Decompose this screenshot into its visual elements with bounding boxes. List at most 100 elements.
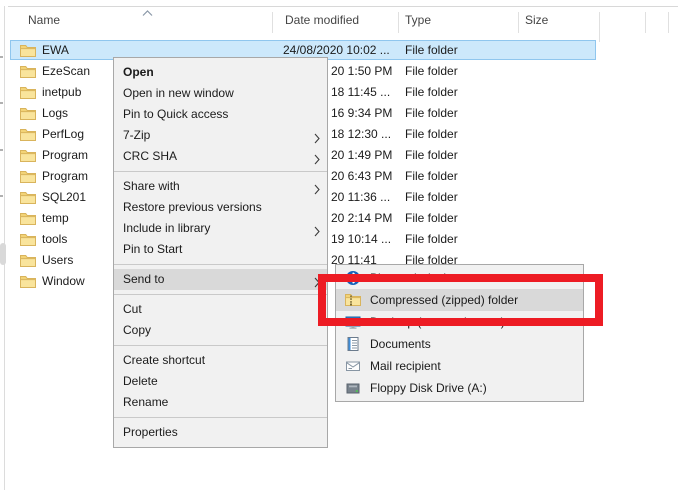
file-row[interactable]: EzeScan 20 1:50 PM File folder — [0, 61, 678, 82]
sendto-item-mail-recipient[interactable]: Mail recipient — [336, 355, 583, 377]
file-date-modified: 20 1:49 PM — [331, 148, 392, 162]
explorer-file-pane: Name Date modified Type Size EWA 24/08/2… — [0, 0, 678, 490]
file-type: File folder — [405, 232, 458, 246]
floppy-drive-icon — [345, 380, 361, 396]
file-row[interactable]: Logs 16 9:34 PM File folder — [0, 103, 678, 124]
file-row[interactable]: EWA 24/08/2020 10:02 ... File folder — [0, 40, 678, 61]
file-date-modified: 19 10:14 ... — [331, 232, 391, 246]
menu-item-rename[interactable]: Rename — [114, 392, 327, 413]
file-type: File folder — [405, 211, 458, 225]
menu-item-open-in-new-window[interactable]: Open in new window — [114, 83, 327, 104]
folder-icon — [20, 44, 36, 60]
folder-icon — [20, 170, 36, 186]
file-type: File folder — [405, 190, 458, 204]
menu-item-cut[interactable]: Cut — [114, 299, 327, 320]
file-name: PerfLog — [42, 127, 84, 141]
folder-icon — [20, 65, 36, 81]
submenu-chevron-icon — [314, 151, 320, 172]
file-type: File folder — [405, 85, 458, 99]
column-divider[interactable] — [668, 12, 669, 33]
menu-item-include-in-library[interactable]: Include in library — [114, 218, 327, 239]
folder-icon — [20, 128, 36, 144]
file-date-modified: 20 6:43 PM — [331, 169, 392, 183]
file-name: Logs — [42, 106, 68, 120]
file-row[interactable]: tools 19 10:14 ... File folder — [0, 229, 678, 250]
file-date-modified: 20 2:14 PM — [331, 211, 392, 225]
sendto-item-compressed-zipped-folder[interactable]: Compressed (zipped) folder — [336, 289, 583, 311]
file-row[interactable]: temp 20 2:14 PM File folder — [0, 208, 678, 229]
column-header-bar: Name Date modified Type Size — [0, 10, 678, 34]
file-type: File folder — [405, 127, 458, 141]
file-date-modified: 18 12:30 ... — [331, 127, 391, 141]
menu-item-send-to[interactable]: Send to — [114, 269, 327, 290]
file-name: Program — [42, 148, 88, 162]
menu-item-pin-to-start[interactable]: Pin to Start — [114, 239, 327, 260]
menu-separator — [114, 171, 327, 172]
file-name: inetpub — [42, 85, 81, 99]
file-name: temp — [42, 211, 69, 225]
menu-item-pin-to-quick-access[interactable]: Pin to Quick access — [114, 104, 327, 125]
mail-envelope-icon — [345, 358, 361, 374]
column-divider[interactable] — [398, 12, 399, 33]
menu-item-crc-sha[interactable]: CRC SHA — [114, 146, 327, 167]
file-type: File folder — [405, 64, 458, 78]
column-header-date-modified[interactable]: Date modified — [285, 13, 359, 27]
file-name: Program — [42, 169, 88, 183]
folder-icon — [20, 233, 36, 249]
column-divider[interactable] — [599, 12, 600, 42]
file-name: Users — [42, 253, 73, 267]
file-row[interactable]: Program 20 6:43 PM File folder — [0, 166, 678, 187]
menu-separator — [114, 345, 327, 346]
file-row[interactable]: SQL201 20 11:36 ... File folder — [0, 187, 678, 208]
file-name: EWA — [42, 43, 69, 57]
sendto-item-documents[interactable]: Documents — [336, 333, 583, 355]
file-type: File folder — [405, 148, 458, 162]
folder-icon — [20, 254, 36, 270]
menu-item-delete[interactable]: Delete — [114, 371, 327, 392]
document-icon — [345, 336, 361, 352]
file-name: tools — [42, 232, 67, 246]
file-date-modified: 20 11:36 ... — [331, 190, 390, 204]
menu-separator — [114, 417, 327, 418]
menu-item-share-with[interactable]: Share with — [114, 176, 327, 197]
header-top-divider — [8, 6, 678, 7]
folder-icon — [20, 212, 36, 228]
sendto-item-floppy-disk-drive[interactable]: Floppy Disk Drive (A:) — [336, 377, 583, 399]
column-header-size[interactable]: Size — [525, 13, 548, 27]
column-divider[interactable] — [272, 12, 273, 33]
sendto-item-bluetooth-device[interactable]: Bluetooth device — [336, 267, 583, 289]
column-divider[interactable] — [518, 12, 519, 33]
folder-icon — [20, 86, 36, 102]
menu-item-create-shortcut[interactable]: Create shortcut — [114, 350, 327, 371]
column-header-type[interactable]: Type — [405, 13, 431, 27]
column-header-name[interactable]: Name — [28, 13, 60, 27]
file-row[interactable]: Program 20 1:49 PM File folder — [0, 145, 678, 166]
file-row[interactable]: inetpub 18 11:45 ... File folder — [0, 82, 678, 103]
file-type: File folder — [405, 169, 458, 183]
send-to-submenu: Bluetooth device Compressed (zipped) fol… — [335, 264, 584, 402]
file-type: File folder — [405, 43, 458, 57]
file-name: EzeScan — [42, 64, 90, 78]
bluetooth-icon — [345, 270, 361, 286]
menu-item-restore-previous-versions[interactable]: Restore previous versions — [114, 197, 327, 218]
menu-item-copy[interactable]: Copy — [114, 320, 327, 341]
folder-icon — [20, 275, 36, 291]
file-row[interactable]: PerfLog 18 12:30 ... File folder — [0, 124, 678, 145]
menu-separator — [114, 264, 327, 265]
sort-ascending-icon[interactable] — [142, 6, 153, 20]
context-menu: Open Open in new window Pin to Quick acc… — [113, 57, 328, 448]
file-name: Window — [42, 274, 85, 288]
column-divider[interactable] — [645, 12, 646, 33]
zipped-folder-icon — [345, 292, 361, 308]
file-date-modified: 16 9:34 PM — [331, 106, 392, 120]
sendto-item-desktop-create-shortcut[interactable]: Desktop (create shortcut) — [336, 311, 583, 333]
menu-item-properties[interactable]: Properties — [114, 422, 327, 443]
menu-separator — [114, 294, 327, 295]
menu-item-open[interactable]: Open — [114, 62, 327, 83]
file-date-modified: 20 1:50 PM — [331, 64, 392, 78]
menu-item-7zip[interactable]: 7-Zip — [114, 125, 327, 146]
file-type: File folder — [405, 106, 458, 120]
file-date-modified: 24/08/2020 10:02 ... — [283, 43, 390, 57]
submenu-chevron-icon — [314, 274, 320, 295]
desktop-monitor-icon — [345, 314, 361, 330]
